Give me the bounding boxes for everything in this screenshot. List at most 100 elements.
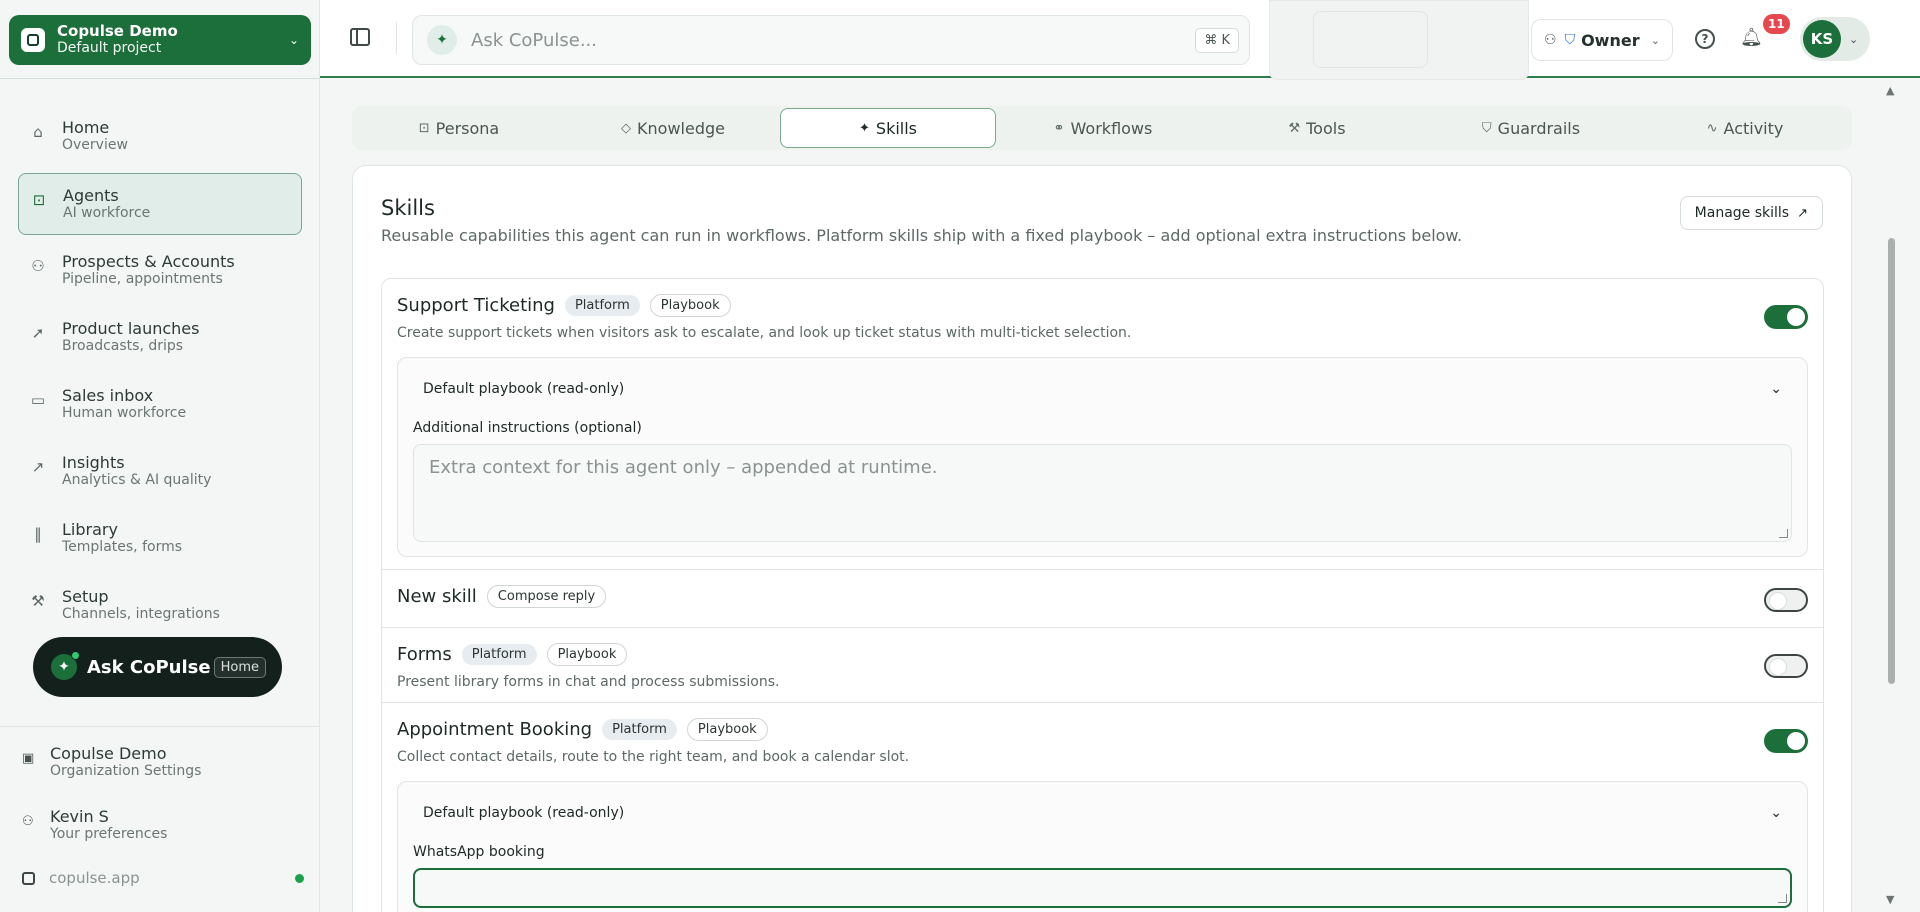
playbook-panel: Default playbook (read-only) ⌄ WhatsApp … bbox=[397, 781, 1808, 912]
sidebar-item-label: Prospects & Accounts bbox=[62, 252, 235, 271]
skill-toggle[interactable] bbox=[1764, 729, 1808, 753]
additional-instructions-input[interactable]: Extra context for this agent only – appe… bbox=[413, 444, 1792, 542]
sidebar: Copulse Demo Default project ⌄ ⌂ Home Ove… bbox=[0, 0, 320, 912]
sidebar-item-label: Insights bbox=[62, 453, 125, 472]
scrollbar-thumb[interactable] bbox=[1888, 238, 1895, 684]
top-bar: ✦ Ask CoPulse... ⌘ K ⚇ ⛉ Owner ⌄ ? 🔔︎ 11… bbox=[320, 0, 1920, 80]
project-logo-icon bbox=[21, 28, 45, 52]
playbook-accordion[interactable]: Default playbook (read-only) ⌄ bbox=[413, 358, 1792, 420]
bell-icon[interactable]: 🔔︎ bbox=[1740, 27, 1763, 48]
tab-guardrails[interactable]: ⛉ Guardrails bbox=[1424, 108, 1638, 148]
role-selector[interactable]: ⚇ ⛉ Owner ⌄ bbox=[1531, 19, 1673, 61]
building-icon: ▣ bbox=[22, 751, 35, 766]
sidebar-item-insights[interactable]: ↗ Insights Analytics & AI quality bbox=[18, 441, 302, 503]
skill-toggle[interactable] bbox=[1764, 305, 1808, 329]
search-placeholder: Ask CoPulse... bbox=[471, 29, 597, 51]
tab-persona[interactable]: ⊡ Persona bbox=[352, 108, 566, 148]
chevron-down-icon: ⌄ bbox=[1849, 32, 1859, 46]
sparkle-icon: ✦ bbox=[51, 651, 80, 680]
domain-row[interactable]: copulse.app bbox=[22, 869, 304, 887]
skills-card: Skills Reusable capabilities this agent … bbox=[352, 165, 1852, 912]
playbook-chip: Playbook bbox=[686, 717, 768, 741]
playbook-label: Default playbook (read-only) bbox=[423, 381, 625, 397]
chevron-down-icon: ⌄ bbox=[1650, 33, 1660, 47]
tab-label: Tools bbox=[1306, 118, 1346, 138]
tab-workflows[interactable]: ⚭ Workflows bbox=[996, 108, 1210, 148]
skill-description: Collect contact details, route to the ri… bbox=[397, 749, 910, 765]
loading-overlay bbox=[1269, 0, 1529, 80]
tab-label: Workflows bbox=[1070, 118, 1153, 138]
tab-label: Guardrails bbox=[1497, 118, 1581, 138]
sparkle-icon: ✦ bbox=[427, 25, 457, 55]
skill-name: Appointment Booking bbox=[397, 718, 593, 740]
playbook-accordion[interactable]: Default playbook (read-only) ⌄ bbox=[413, 782, 1792, 844]
scroll-up-arrow-icon[interactable]: ▲ bbox=[1886, 84, 1894, 97]
external-link-icon: ↗ bbox=[1797, 205, 1808, 221]
sidebar-item-home[interactable]: ⌂ Home Overview bbox=[18, 106, 302, 168]
manage-skills-button[interactable]: Manage skills ↗ bbox=[1679, 196, 1823, 230]
skill-appointment-booking: Appointment Booking Platform Playbook Co… bbox=[382, 703, 1823, 912]
skill-type-chip: Compose reply bbox=[486, 584, 607, 608]
playbook-chip: Playbook bbox=[649, 293, 731, 317]
chevron-down-icon: ⌄ bbox=[288, 33, 299, 47]
robot-icon: ⊡ bbox=[32, 191, 46, 209]
project-name: Copulse Demo bbox=[57, 22, 178, 40]
skill-name: Support Ticketing bbox=[397, 294, 555, 316]
user-preferences-link[interactable]: ⚇ Kevin S Your preferences bbox=[22, 808, 167, 843]
ask-copulse-search[interactable]: ✦ Ask CoPulse... ⌘ K bbox=[412, 15, 1250, 65]
shield-icon: ⛉ bbox=[1564, 32, 1576, 48]
shield-check-icon: ⛉ bbox=[1481, 120, 1492, 136]
avatar: KS bbox=[1803, 20, 1841, 58]
tab-label: Skills bbox=[875, 118, 917, 138]
project-switcher[interactable]: Copulse Demo Default project ⌄ bbox=[9, 15, 311, 65]
sidebar-item-sales-inbox[interactable]: ▭ Sales inbox Human workforce bbox=[18, 374, 302, 436]
context-badge: Home bbox=[213, 656, 266, 678]
manage-skills-label: Manage skills bbox=[1694, 205, 1790, 221]
tab-label: Activity bbox=[1723, 118, 1784, 138]
sidebar-item-setup[interactable]: ⚒ Setup Channels, integrations bbox=[18, 575, 302, 637]
online-status-dot bbox=[295, 873, 304, 883]
tab-knowledge[interactable]: ◇ Knowledge bbox=[566, 108, 780, 148]
sidebar-item-sub: Overview bbox=[62, 137, 128, 153]
sidebar-item-sub: Broadcasts, drips bbox=[62, 338, 184, 354]
tab-tools[interactable]: ⚒ Tools bbox=[1210, 108, 1424, 148]
tab-activity[interactable]: ∿ Activity bbox=[1638, 108, 1852, 148]
platform-chip: Platform bbox=[602, 718, 677, 740]
tab-skills[interactable]: ✦ Skills bbox=[780, 108, 996, 148]
sidebar-item-prospects[interactable]: ⚇ Prospects & Accounts Pipeline, appointm… bbox=[18, 240, 302, 302]
playbook-panel: Default playbook (read-only) ⌄ Additiona… bbox=[397, 357, 1808, 557]
wrench-icon: ⚒ bbox=[1288, 120, 1301, 136]
account-menu[interactable]: KS ⌄ bbox=[1800, 17, 1870, 61]
divider bbox=[0, 78, 320, 79]
wrench-icon: ⚒ bbox=[31, 592, 45, 610]
help-icon[interactable]: ? bbox=[1695, 29, 1715, 49]
skill-toggle[interactable] bbox=[1764, 654, 1808, 678]
chart-icon: ↗ bbox=[31, 458, 45, 476]
org-name: Copulse Demo bbox=[50, 744, 167, 763]
ask-copulse-label: Ask CoPulse bbox=[87, 656, 211, 678]
organization-settings-link[interactable]: ▣ Copulse Demo Organization Settings bbox=[22, 745, 201, 780]
sidebar-item-label: Agents bbox=[63, 186, 119, 205]
sidebar-item-agents[interactable]: ⊡ Agents AI workforce bbox=[18, 173, 302, 235]
tab-label: Persona bbox=[435, 118, 500, 138]
whatsapp-booking-input[interactable] bbox=[413, 868, 1792, 908]
sidebar-item-product-launches[interactable]: ➚ Product launches Broadcasts, drips bbox=[18, 307, 302, 369]
workflow-icon: ⚭ bbox=[1053, 120, 1065, 136]
skill-toggle[interactable] bbox=[1764, 588, 1808, 612]
skill-forms: Forms Platform Playbook Present library … bbox=[382, 628, 1823, 703]
ask-copulse-button[interactable]: ✦ Ask CoPulse Home bbox=[33, 637, 282, 697]
robot-icon: ⊡ bbox=[418, 120, 430, 136]
status-dot bbox=[71, 651, 80, 660]
sidebar-nav: ⌂ Home Overview ⊡ Agents AI workforce ⚇ Pr… bbox=[18, 106, 302, 642]
sidebar-item-sub: Channels, integrations bbox=[62, 606, 220, 622]
shortcut-hint: ⌘ K bbox=[1195, 27, 1239, 53]
role-label: Owner bbox=[1581, 30, 1640, 50]
sidebar-item-sub: Templates, forms bbox=[62, 539, 183, 555]
sidebar-toggle-icon[interactable] bbox=[350, 28, 370, 46]
project-subtitle: Default project bbox=[57, 40, 162, 56]
inbox-icon: ▭ bbox=[30, 391, 46, 409]
sidebar-item-label: Home bbox=[62, 118, 110, 137]
scroll-down-arrow-icon[interactable]: ▼ bbox=[1886, 893, 1894, 906]
sidebar-item-library[interactable]: ‖ Library Templates, forms bbox=[18, 508, 302, 570]
tab-label: Knowledge bbox=[637, 118, 725, 138]
